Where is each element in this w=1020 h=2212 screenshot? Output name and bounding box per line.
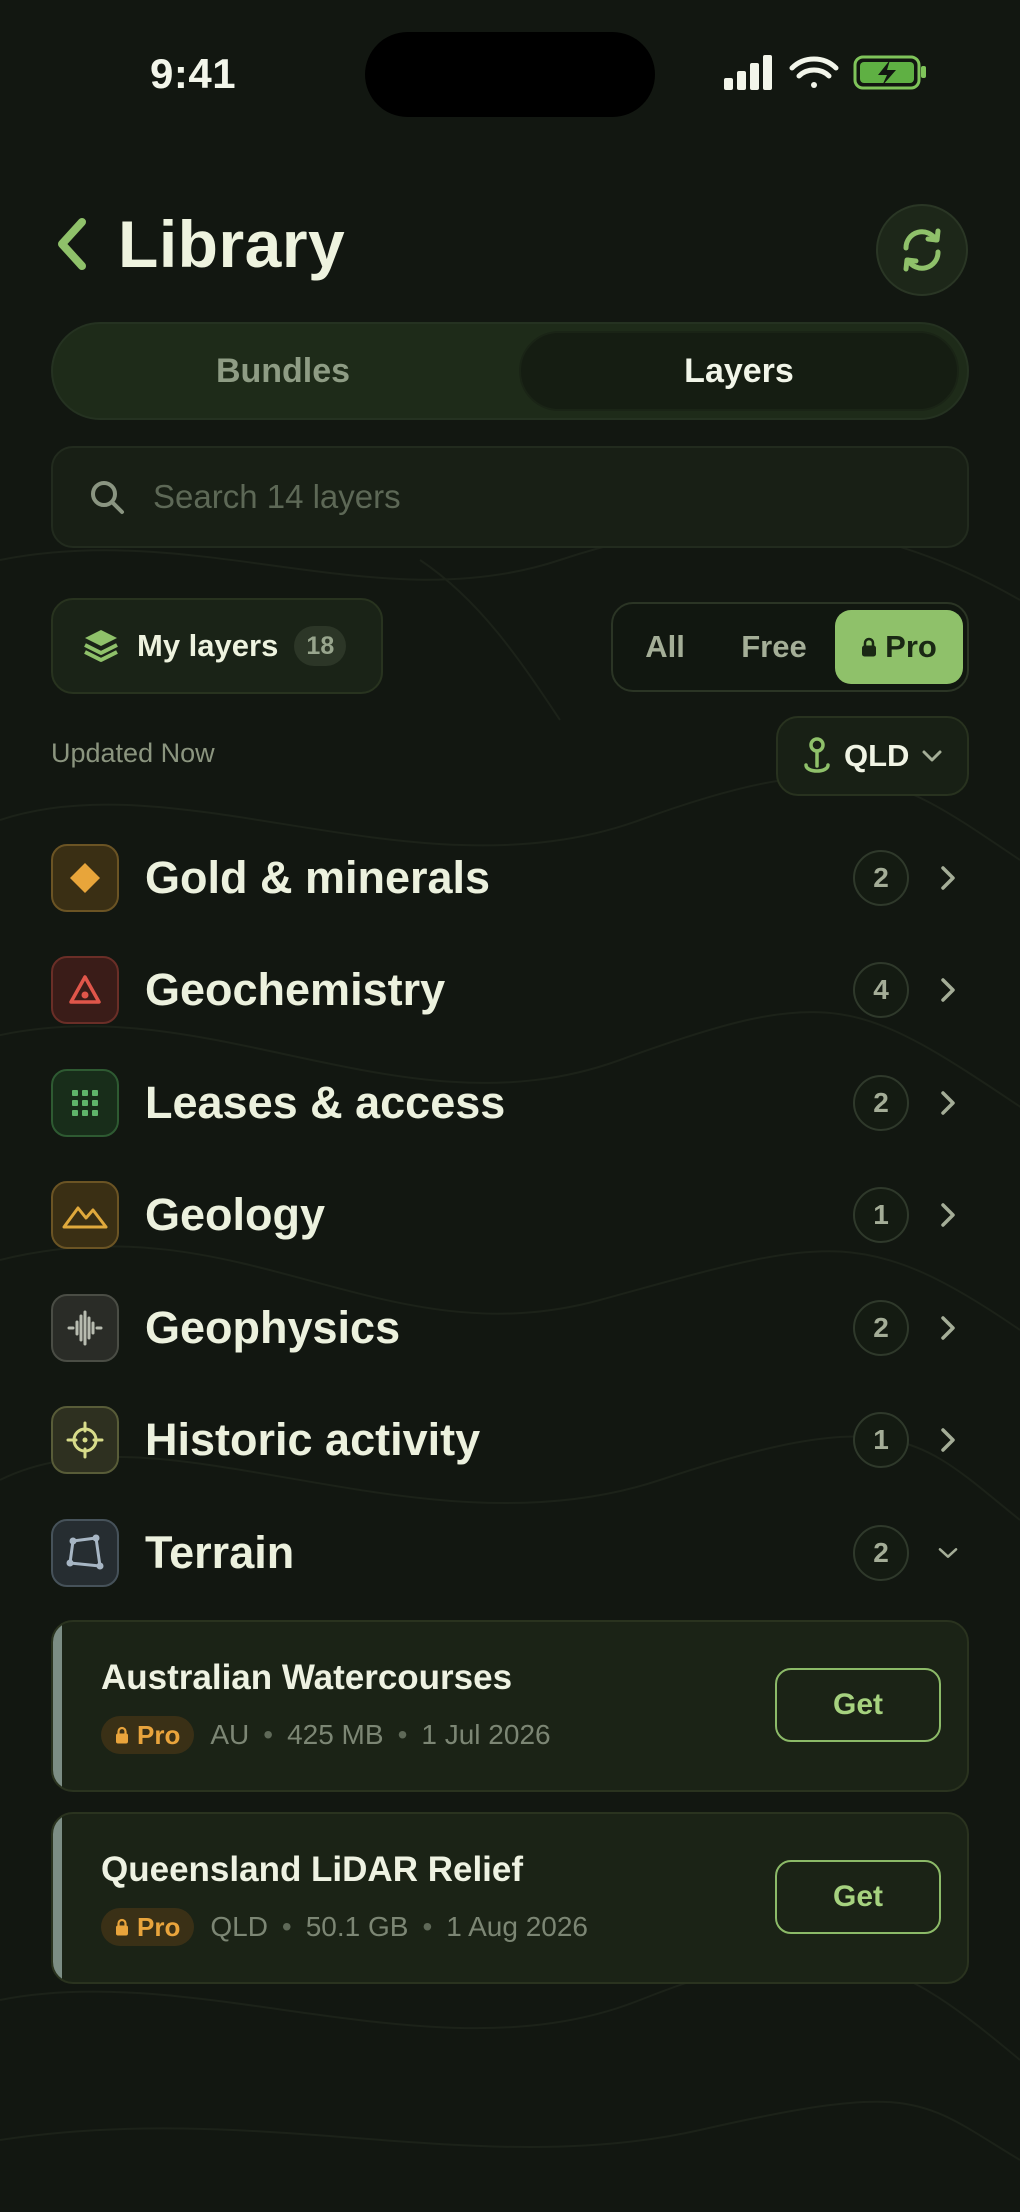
filter-free[interactable]: Free	[719, 610, 829, 684]
category-label: Leases & access	[145, 1077, 506, 1128]
layer-date: 1 Aug 2026	[446, 1911, 588, 1942]
get-button[interactable]: Get	[775, 1860, 941, 1934]
category-count: 2	[853, 1525, 909, 1581]
page-title: Library	[118, 207, 346, 281]
cellular-signal-icon	[724, 55, 772, 90]
region-selector[interactable]: QLD	[776, 716, 969, 796]
layer-card-australian-watercourses[interactable]: Australian Watercourses Pro AU • 425 MB …	[51, 1620, 969, 1792]
layer-meta: Pro AU • 425 MB • 1 Jul 2026	[101, 1716, 551, 1754]
pro-badge: Pro	[101, 1716, 195, 1754]
diamond-icon	[51, 844, 119, 912]
layer-name: Australian Watercourses	[101, 1658, 513, 1697]
crosshair-icon	[51, 1406, 119, 1474]
my-layers-count: 18	[294, 626, 347, 666]
category-label: Terrain	[145, 1527, 295, 1578]
category-label: Geophysics	[145, 1302, 401, 1353]
sync-button[interactable]	[876, 204, 968, 296]
search-icon	[87, 477, 127, 517]
category-geochemistry[interactable]: Geochemistry 4	[51, 952, 969, 1028]
lock-icon	[116, 1918, 128, 1936]
wifi-icon	[789, 56, 839, 88]
category-count: 4	[853, 962, 909, 1018]
category-count: 2	[853, 1300, 909, 1356]
search-bar	[51, 446, 969, 548]
category-label: Historic activity	[145, 1414, 481, 1465]
chevron-right-icon	[937, 1425, 959, 1455]
layer-accent-bar	[53, 1622, 62, 1790]
lock-icon	[116, 1726, 128, 1744]
refresh-icon	[903, 228, 941, 272]
category-count: 1	[853, 1412, 909, 1468]
layer-date: 1 Jul 2026	[421, 1719, 551, 1750]
library-tabs: Bundles Layers	[51, 322, 969, 420]
updated-status: Updated Now	[51, 738, 215, 768]
flask-warning-icon	[51, 956, 119, 1024]
tab-layers[interactable]: Layers	[519, 331, 959, 411]
price-filter: All Free Pro	[611, 602, 969, 692]
chevron-right-icon	[937, 1088, 959, 1118]
category-historic-activity[interactable]: Historic activity 1	[51, 1402, 969, 1478]
tab-bundles[interactable]: Bundles	[61, 331, 505, 411]
get-button[interactable]: Get	[775, 1668, 941, 1742]
waveform-icon	[51, 1294, 119, 1362]
battery-charging-icon	[853, 55, 926, 90]
dynamic-island	[365, 32, 655, 117]
layer-meta: Pro QLD • 50.1 GB • 1 Aug 2026	[101, 1908, 588, 1946]
category-count: 2	[853, 1075, 909, 1131]
category-leases-access[interactable]: Leases & access 2	[51, 1065, 969, 1141]
filter-pro-label: Pro	[885, 629, 937, 664]
layers-icon	[84, 630, 118, 662]
layer-size: 425 MB	[287, 1719, 384, 1750]
category-label: Geology	[145, 1189, 326, 1240]
pro-badge-label: Pro	[137, 1911, 181, 1942]
layer-card-queensland-lidar-relief[interactable]: Queensland LiDAR Relief Pro QLD • 50.1 G…	[51, 1812, 969, 1984]
category-geology[interactable]: Geology 1	[51, 1177, 969, 1253]
layer-region: AU	[210, 1719, 250, 1750]
lock-icon	[862, 637, 877, 657]
category-label: Gold & minerals	[145, 852, 491, 903]
region-label: QLD	[844, 738, 910, 773]
status-time: 9:41	[150, 50, 237, 97]
polygon-icon	[51, 1519, 119, 1587]
filter-all[interactable]: All	[625, 610, 705, 684]
search-input[interactable]	[151, 477, 915, 517]
chevron-right-icon	[937, 975, 959, 1005]
chevron-down-icon	[937, 1538, 959, 1568]
layer-size: 50.1 GB	[305, 1911, 409, 1942]
pro-badge: Pro	[101, 1908, 195, 1946]
category-count: 2	[853, 850, 909, 906]
chevron-right-icon	[937, 1313, 959, 1343]
chevron-left-icon	[58, 218, 86, 270]
status-icons	[724, 55, 926, 90]
chevron-down-icon	[922, 750, 942, 762]
filter-pro[interactable]: Pro	[835, 610, 963, 684]
back-button[interactable]	[48, 214, 94, 274]
location-pin-icon	[804, 737, 830, 773]
pro-badge-label: Pro	[137, 1719, 181, 1750]
category-gold-minerals[interactable]: Gold & minerals 2	[51, 840, 969, 916]
chevron-right-icon	[937, 863, 959, 893]
my-layers-label: My layers	[137, 628, 279, 663]
category-count: 1	[853, 1187, 909, 1243]
layer-region: QLD	[210, 1911, 268, 1942]
layer-accent-bar	[53, 1814, 62, 1982]
category-terrain[interactable]: Terrain 2	[51, 1515, 969, 1591]
mountains-icon	[51, 1181, 119, 1249]
layer-name: Queensland LiDAR Relief	[101, 1850, 524, 1889]
category-geophysics[interactable]: Geophysics 2	[51, 1290, 969, 1366]
category-label: Geochemistry	[145, 964, 446, 1015]
my-layers-button[interactable]: My layers 18	[51, 598, 383, 694]
chevron-right-icon	[937, 1200, 959, 1230]
grid-icon	[51, 1069, 119, 1137]
